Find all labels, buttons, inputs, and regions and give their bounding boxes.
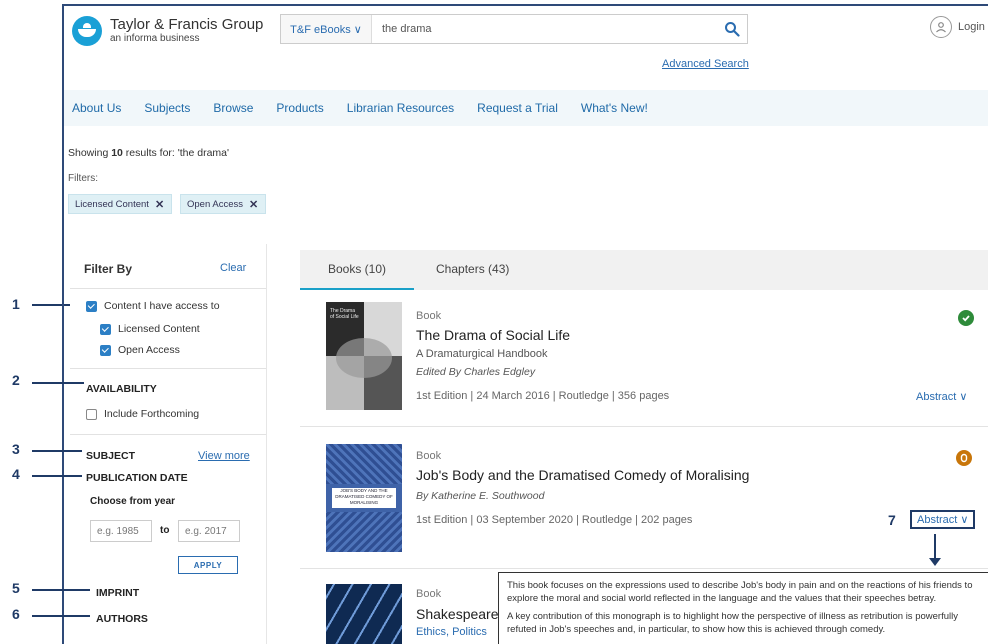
annotation-2-arrow — [32, 382, 84, 384]
annotation-4: 4 — [12, 466, 20, 482]
user-icon — [930, 16, 952, 38]
site-logo[interactable]: Taylor & Francis Group an informa busine… — [72, 16, 263, 46]
availability-heading[interactable]: AVAILABILITY — [86, 383, 157, 395]
imprint-heading[interactable]: IMPRINT — [96, 587, 139, 599]
year-from-input[interactable]: e.g. 1985 — [90, 520, 152, 542]
login-button[interactable]: Login — [930, 16, 985, 38]
subject-view-more-link[interactable]: View more — [198, 450, 250, 462]
close-icon[interactable]: ✕ — [155, 198, 164, 211]
result-author[interactable]: Edited By Charles Edgley — [416, 366, 535, 378]
annotation-6-arrow — [32, 615, 90, 617]
result-type: Book — [416, 450, 442, 462]
result-type: Book — [416, 310, 442, 322]
result-title[interactable]: Shakespeare — [416, 606, 499, 622]
open-access-icon — [956, 450, 972, 466]
abstract-toggle[interactable]: Abstract ∨ — [916, 390, 967, 403]
arrow-down-icon — [929, 558, 941, 566]
result-subtitle: A Dramaturgical Handbook — [416, 348, 548, 360]
browser-viewport: Taylor & Francis Group an informa busine… — [62, 4, 988, 644]
filter-chip-open-access[interactable]: Open Access ✕ — [180, 194, 266, 214]
result-title[interactable]: The Drama of Social Life — [416, 327, 570, 343]
nav-products[interactable]: Products — [276, 101, 323, 115]
annotation-3-arrow — [32, 450, 82, 452]
annotation-6: 6 — [12, 606, 20, 622]
filter-by-title: Filter By — [84, 262, 133, 276]
subject-heading[interactable]: SUBJECT — [86, 450, 135, 462]
filter-sidebar: Filter By Clear Content I have access to… — [70, 244, 267, 644]
authors-heading[interactable]: AUTHORS — [96, 613, 148, 625]
nav-browse[interactable]: Browse — [213, 101, 253, 115]
advanced-search-link[interactable]: Advanced Search — [662, 58, 749, 70]
abstract-paragraph: A key contribution of this monograph is … — [507, 611, 958, 635]
abstract-toggle[interactable]: Abstract ∨ — [910, 510, 976, 529]
choose-year-label: Choose from year — [90, 496, 176, 507]
annotation-4-arrow — [32, 475, 82, 477]
annotation-3: 3 — [12, 441, 20, 457]
book-cover[interactable]: The Drama of Social Life — [326, 302, 402, 410]
search-input[interactable] — [372, 22, 717, 36]
publication-date-heading[interactable]: PUBLICATION DATE — [86, 472, 188, 484]
results-tabs: Books (10) Chapters (43) — [300, 250, 988, 290]
book-cover[interactable] — [326, 584, 402, 644]
annotation-7-arrow — [934, 534, 936, 560]
checkbox-checked-icon — [86, 300, 97, 312]
nav-subjects[interactable]: Subjects — [144, 101, 190, 115]
access-check-icon — [958, 310, 974, 326]
annotation-1: 1 — [12, 296, 20, 312]
content-access-checkbox[interactable]: Content I have access to — [86, 300, 220, 312]
tab-chapters[interactable]: Chapters (43) — [436, 250, 526, 288]
year-to-input[interactable]: e.g. 2017 — [178, 520, 240, 542]
annotation-2: 2 — [12, 372, 20, 388]
nav-request-trial[interactable]: Request a Trial — [477, 101, 558, 115]
result-author[interactable]: By Katherine E. Southwood — [416, 490, 544, 502]
result-title[interactable]: Job's Body and the Dramatised Comedy of … — [416, 467, 749, 483]
open-access-checkbox[interactable]: Open Access — [100, 344, 180, 356]
results-summary: Showing 10 results for: 'the drama' — [68, 147, 230, 159]
annotation-5-arrow — [32, 589, 90, 591]
nav-about-us[interactable]: About Us — [72, 101, 121, 115]
result-type: Book — [416, 588, 442, 600]
abstract-popup: This book focuses on the expressions use… — [498, 572, 988, 644]
nav-librarian-resources[interactable]: Librarian Resources — [347, 101, 454, 115]
checkbox-checked-icon — [100, 344, 111, 356]
logo-subtitle: an informa business — [110, 33, 200, 44]
result-subject[interactable]: Ethics, Politics — [416, 626, 487, 638]
checkbox-unchecked-icon — [86, 408, 97, 420]
clear-filters-link[interactable]: Clear — [220, 262, 246, 274]
apply-year-button[interactable]: APPLY — [178, 556, 238, 574]
book-cover[interactable]: JOB'S BODY AND THE DRAMATISED COMEDY OF … — [326, 444, 402, 552]
search-scope-dropdown[interactable]: T&F eBooks ∨ — [281, 15, 372, 43]
search-button[interactable] — [717, 15, 747, 43]
licensed-content-checkbox[interactable]: Licensed Content — [100, 323, 200, 335]
filters-label: Filters: — [68, 173, 98, 184]
result-item: JOB'S BODY AND THE DRAMATISED COMEDY OF … — [300, 426, 988, 569]
logo-title: Taylor & Francis Group — [110, 16, 264, 33]
checkbox-checked-icon — [100, 323, 111, 335]
annotation-7: 7 — [888, 512, 896, 528]
include-forthcoming-checkbox[interactable]: Include Forthcoming — [86, 408, 199, 420]
filter-chip-licensed[interactable]: Licensed Content ✕ — [68, 194, 172, 214]
search-bar: T&F eBooks ∨ — [280, 14, 748, 44]
nav-whats-new[interactable]: What's New! — [581, 101, 648, 115]
result-item: The Drama of Social Life Book The Drama … — [300, 292, 988, 427]
search-icon — [725, 22, 740, 37]
tf-logo-icon — [72, 16, 102, 46]
login-label: Login — [958, 21, 985, 33]
year-to-label: to — [160, 525, 170, 536]
result-meta: 1st Edition | 03 September 2020 | Routle… — [416, 514, 693, 526]
abstract-paragraph: This book focuses on the expressions use… — [507, 580, 973, 604]
annotation-5: 5 — [12, 580, 20, 596]
result-meta: 1st Edition | 24 March 2016 | Routledge … — [416, 390, 670, 402]
tab-books[interactable]: Books (10) — [300, 250, 414, 290]
close-icon[interactable]: ✕ — [249, 198, 258, 211]
main-nav: About Us Subjects Browse Products Librar… — [64, 90, 988, 126]
